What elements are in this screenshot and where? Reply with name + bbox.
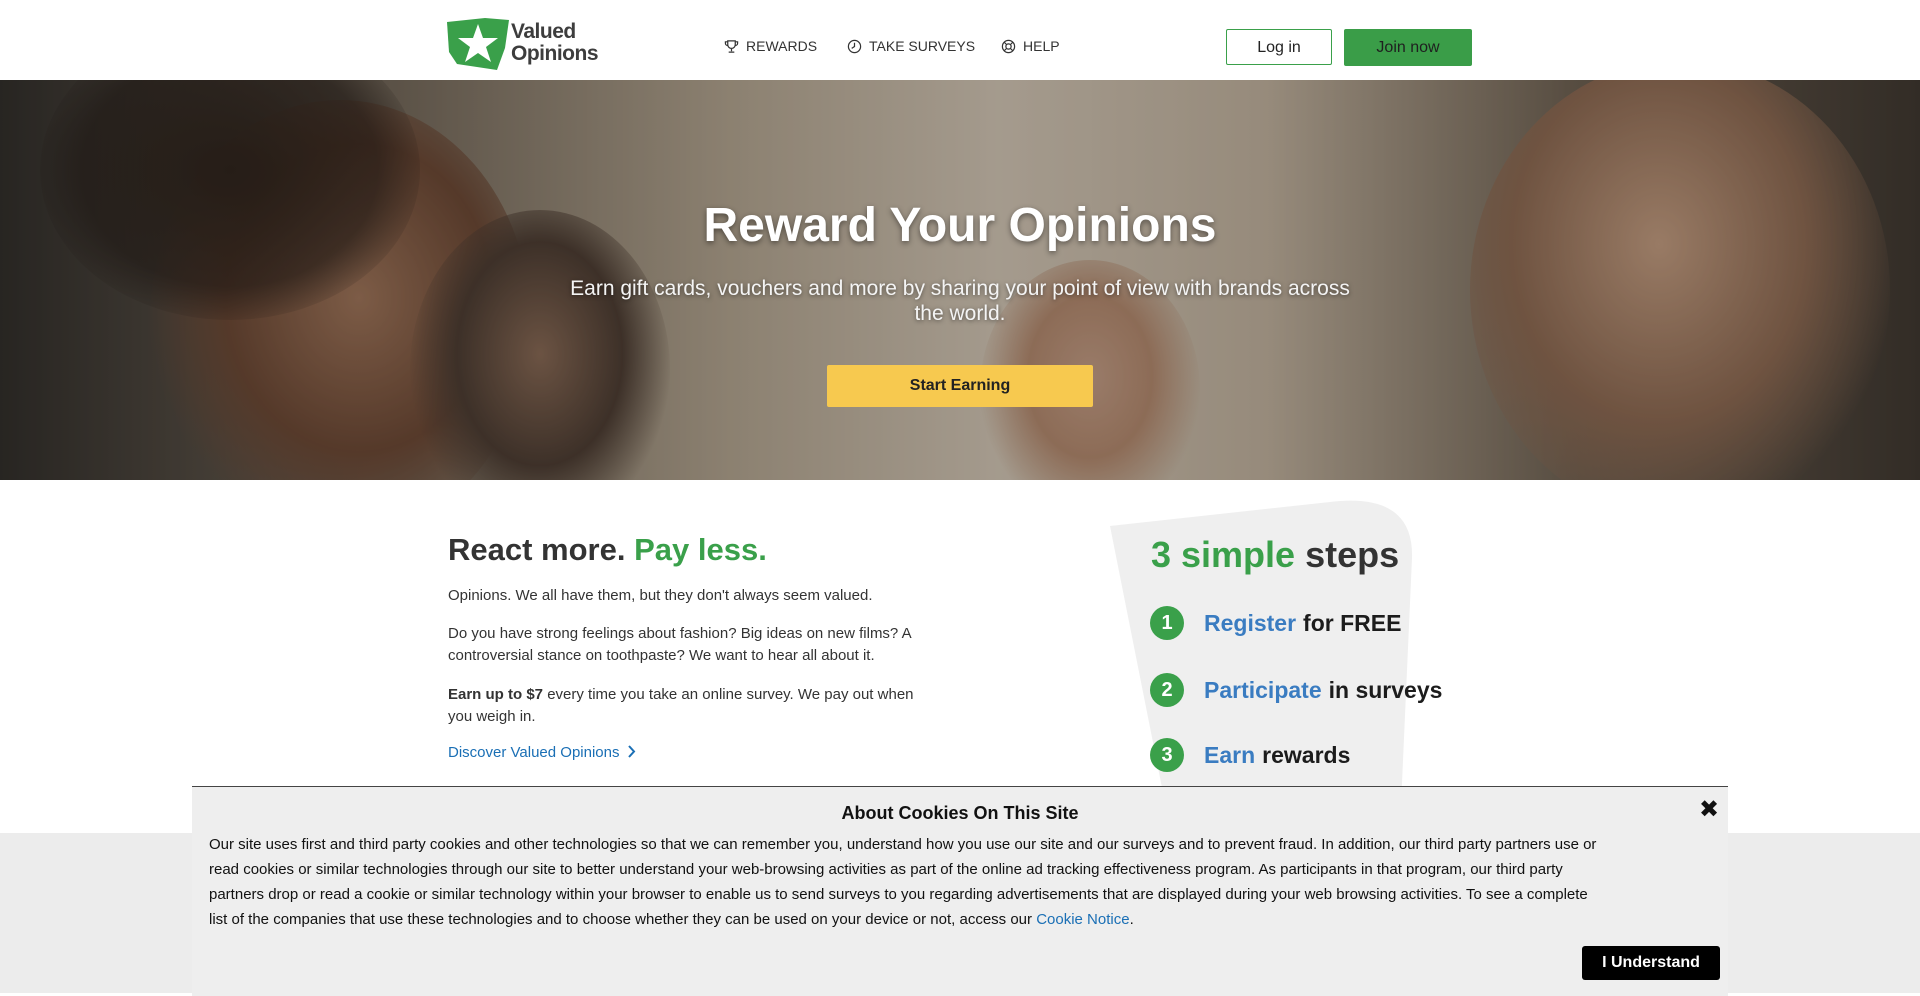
nav-rewards-label: REWARDS [746,38,818,54]
intro-paragraph-2: Do you have strong feelings about fashio… [448,625,911,664]
intro-heading-dark: React more. [448,532,626,567]
start-earning-button[interactable]: Start Earning [827,365,1093,407]
trophy-icon [724,39,739,53]
hero-subtitle: Earn gift cards, vouchers and more by sh… [570,277,1350,325]
step-highlight: Earn [1204,741,1256,768]
i-understand-button[interactable]: I Understand [1582,946,1720,980]
hero-title: Reward Your Opinions [703,199,1217,252]
intro-paragraph-1: Opinions. We all have them, but they don… [448,587,873,604]
nav-help[interactable]: HELP [1001,38,1060,54]
discover-link[interactable]: Discover Valued Opinions [448,744,636,761]
site-header: Valued Opinions REWARDS TAKE SURVEYS HEL… [0,0,1920,80]
step-rest: for FREE [1303,609,1402,636]
intro-heading-green: Pay less. [634,532,767,567]
step-2: 2 Participate in surveys [1150,673,1442,707]
nav-help-label: HELP [1023,38,1060,54]
cookie-text: Our site uses first and third party cook… [209,832,1609,932]
step-number: 2 [1150,673,1184,707]
intro-paragraph-3: Earn up to $7 every time you take an onl… [448,684,938,728]
step-highlight: Register [1204,609,1297,636]
logo-line-2: Opinions [511,42,599,65]
cookie-title: About Cookies On This Site [841,803,1079,823]
step-rest: rewards [1262,741,1351,768]
steps-title-dark: steps [1305,534,1400,575]
nav-rewards[interactable]: REWARDS [724,38,817,54]
step-number: 1 [1150,606,1184,640]
valued-opinions-logo[interactable]: Valued Opinions [447,18,599,72]
hero-banner: Reward Your Opinions Earn gift cards, vo… [0,80,1920,480]
cookie-banner: About Cookies On This Site ✖ Our site us… [192,786,1728,996]
logo-line-1: Valued [511,20,576,43]
nav-take-surveys-label: TAKE SURVEYS [869,38,976,54]
steps-title-green: 3 simple [1151,534,1296,575]
earn-amount-text: Earn up to $7 [448,686,544,703]
join-now-button[interactable]: Join now [1344,29,1472,66]
step-1: 1 Register for FREE [1150,606,1401,640]
intro-heading: React more. Pay less. [448,532,767,568]
star-logo-icon [447,18,509,70]
cookie-text-end: . [1129,911,1134,928]
step-highlight: Participate [1204,676,1322,703]
lifebuoy-icon [1001,39,1016,53]
login-button[interactable]: Log in [1226,29,1332,65]
steps-title: 3 simple steps [1151,534,1399,576]
logo-wordmark: Valued Opinions [511,20,599,65]
discover-link-label: Discover Valued Opinions [448,744,620,761]
step-3: 3 Earn rewards [1150,738,1350,772]
cookie-body: Our site uses first and third party cook… [209,836,1597,928]
chevron-right-icon [627,745,636,758]
step-number: 3 [1150,738,1184,772]
cookie-notice-link[interactable]: Cookie Notice [1036,911,1129,928]
step-rest: in surveys [1328,676,1443,703]
nav-take-surveys[interactable]: TAKE SURVEYS [847,38,975,54]
clock-icon [847,39,862,53]
close-icon[interactable]: ✖ [1699,795,1719,824]
